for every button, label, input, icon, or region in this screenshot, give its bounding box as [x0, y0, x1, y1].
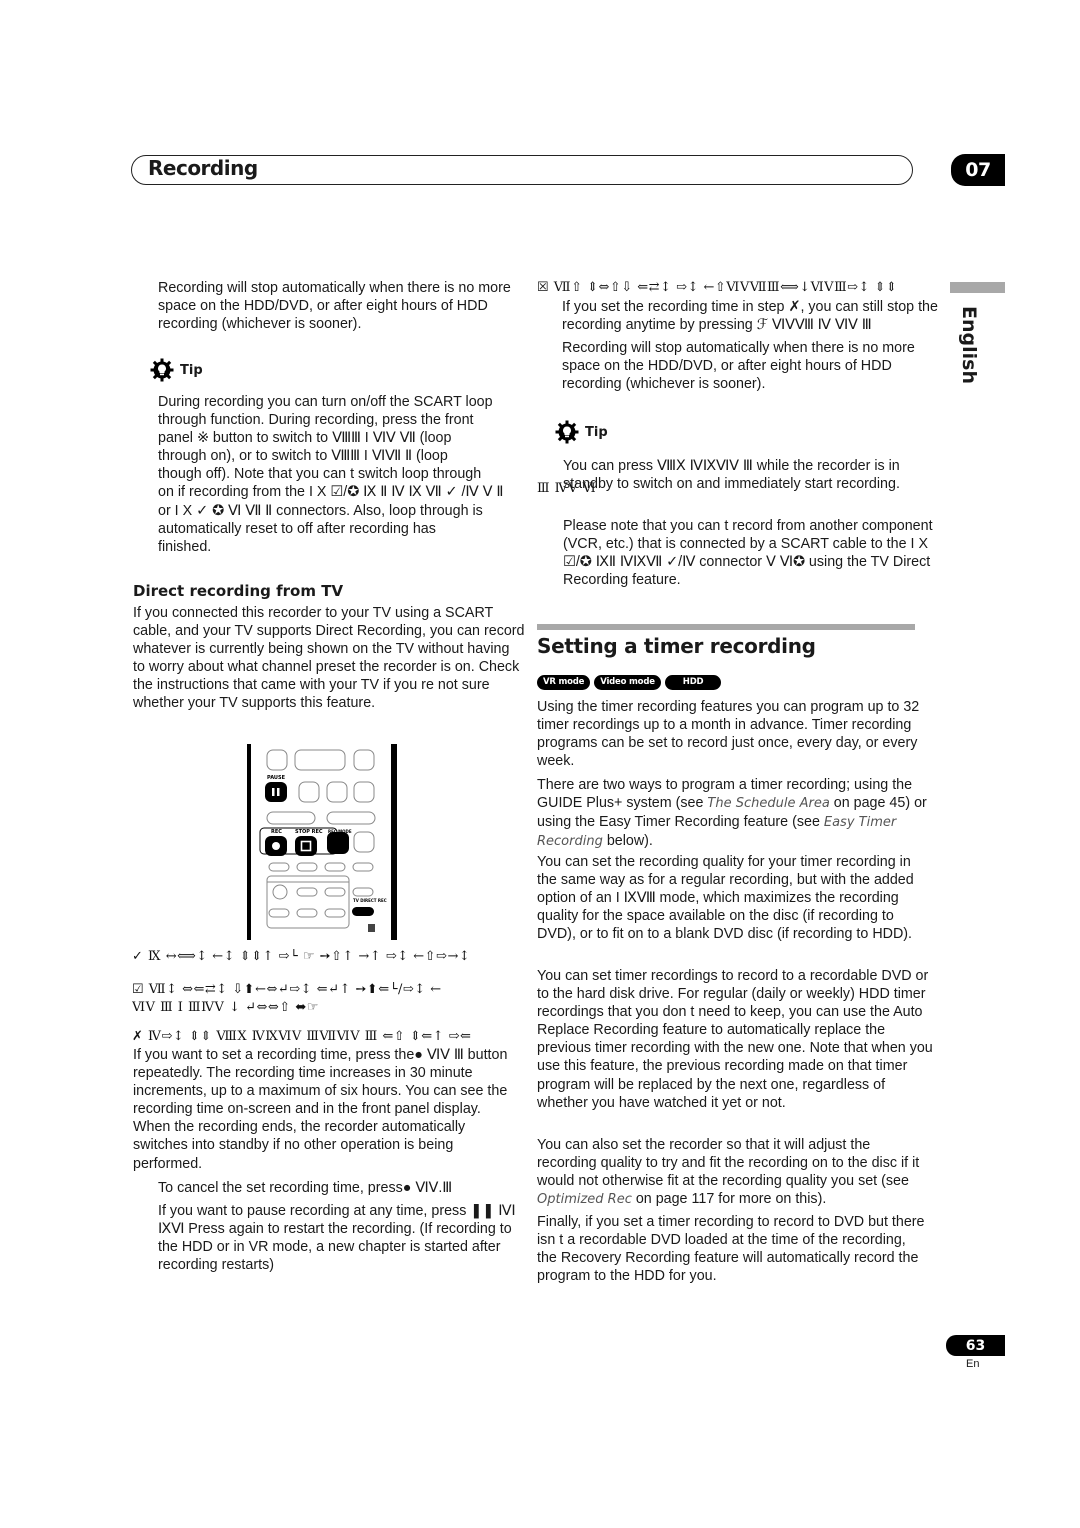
- text-run: on page 117 for more on this).: [631, 1191, 827, 1208]
- timer-paragraph-4: You can set timer recordings to record t…: [537, 968, 933, 1111]
- language-label: English: [958, 306, 980, 384]
- step-3-heading-garbled: ✗ Ⅳ⇨↕ ⇕⇕ ⅧⅩ ⅣⅨⅥⅤ ⅢⅦⅥⅤ Ⅲ ⇐⇧ ⇕⇐↑ ⇨⇐: [132, 1029, 472, 1044]
- step-3-body: If you want to set a recording time, pre…: [133, 1047, 508, 1172]
- chapter-number-badge: 07: [951, 154, 1005, 186]
- tip-heading-1: Tip: [150, 358, 203, 382]
- mode-badges: VR mode Video mode HDD: [537, 671, 725, 690]
- page-language-code: En: [966, 1358, 980, 1370]
- tip-1-line: finished.: [158, 538, 212, 555]
- language-tab-bar: [950, 282, 1005, 293]
- step-2-heading-garbled-b: ⅥⅤ Ⅲ I ⅢⅣⅤ ↓ ↵⇔⇔⇧ ⬌☞: [132, 1000, 319, 1015]
- tip-1-body: During recording you can turn on/off the…: [158, 393, 528, 556]
- mode-badge-video: Video mode: [594, 674, 661, 690]
- link-schedule-area[interactable]: The Schedule Area: [707, 796, 829, 811]
- remote-control-illustration: PAUSE REC STOP REC REC MODE TV DIRECT RE…: [247, 744, 397, 940]
- link-optimized-rec[interactable]: Optimized Rec: [537, 1192, 632, 1207]
- step-1-heading-garbled: ✓ Ⅸ ↔⟺↕ ←↕ ⇕⇕↑ ⇨└ ☞ ➙⇧↑ →↑ ⇨↕ ←⇧⇨→↕: [132, 949, 471, 964]
- timer-paragraph-5: You can also set the recorder so that it…: [537, 1136, 929, 1209]
- tip-1-line: through function. During recording, pres…: [158, 412, 474, 429]
- text-run: below).: [602, 833, 653, 850]
- direct-recording-heading: Direct recording from TV: [133, 582, 344, 600]
- lightbulb-gear-icon: [150, 358, 174, 382]
- tip-1-line: through on), or to switch to ⅧⅢ I ⅥⅦ Ⅱ (…: [158, 448, 448, 465]
- tip-2-paragraph-2: Please note that you can t record from a…: [563, 518, 933, 589]
- timer-paragraph-3: You can set the recording quality for yo…: [537, 854, 914, 943]
- rec-label: REC: [271, 829, 282, 835]
- mode-badge-hdd: HDD: [664, 674, 722, 690]
- page-number-badge: 63: [946, 1335, 1005, 1356]
- timer-section-heading: Setting a timer recording: [537, 634, 816, 658]
- stop-rec-button: [295, 836, 317, 856]
- text-run: You can also set the recorder so that it…: [537, 1137, 920, 1190]
- direct-recording-body: If you connected this recorder to your T…: [133, 605, 525, 712]
- stop-rec-label: STOP REC: [295, 829, 323, 835]
- tv-direct-rec-button: [352, 907, 374, 916]
- mode-badge-vr: VR mode: [537, 674, 591, 690]
- pause-recording-note: If you want to pause recording at any ti…: [158, 1203, 516, 1274]
- tv-direct-rec-label: TV DIRECT REC: [353, 898, 387, 903]
- language-tab: English: [952, 306, 982, 386]
- tip-2-overlap-garbled: Ⅲ ⅣⅤ Ⅵ✪: [537, 481, 597, 496]
- remote-pointer-icon: [368, 924, 375, 932]
- tip-heading-2: Tip: [555, 420, 608, 444]
- note-stop-right: Recording will stop automatically when t…: [562, 340, 915, 393]
- step-4-body: If you set the recording time in step ✗,…: [562, 299, 938, 334]
- tip-label-1: Tip: [180, 362, 203, 378]
- timer-paragraph-2: There are two ways to program a timer re…: [537, 776, 929, 851]
- section-divider: [537, 624, 915, 630]
- tip-1-line: automatically reset to off after recordi…: [158, 520, 436, 537]
- remote-left-edge: [247, 744, 251, 940]
- rec-mode-button: [327, 832, 349, 854]
- tip-label-2: Tip: [585, 424, 608, 440]
- pause-label: PAUSE: [267, 775, 286, 781]
- tip-2-paragraph-1: You can press ⅧⅩ ⅣⅨⅥⅤ Ⅲ while the record…: [563, 458, 900, 493]
- note-stop-left: Recording will stop automatically when t…: [158, 280, 511, 333]
- timer-paragraph-1: Using the timer recording features you c…: [537, 699, 920, 770]
- remote-right-edge: [391, 744, 397, 940]
- cancel-recording-note: To cancel the set recording time, press●…: [158, 1180, 453, 1196]
- timer-paragraph-6: Finally, if you set a timer recording to…: [537, 1214, 925, 1285]
- tip-1-line: or I X ✓ ✪ Ⅵ Ⅶ Ⅱ connectors. Also, loop …: [158, 502, 483, 519]
- step-4-heading-garbled: ☒ Ⅶ⇧ ⇕⇔⇧⇩ ⇐⇄↕ ⇨↕ ←⇧ⅥⅤⅦⅢ⟺↓ⅥⅤⅢ⇨↕ ⇕⇕: [537, 280, 898, 295]
- pause-button: [265, 782, 287, 802]
- chapter-title: Recording: [148, 156, 258, 180]
- tip-1-line: on if recording from the I X ☑/✪ Ⅸ Ⅱ Ⅳ Ⅸ…: [158, 484, 504, 501]
- lightbulb-gear-icon: [555, 420, 579, 444]
- tip-1-line: though off). Note that you can t switch …: [158, 466, 482, 483]
- tip-1-line: panel ※ button to switch to ⅧⅢ I ⅥⅤ Ⅶ (l…: [158, 430, 452, 447]
- step-2-heading-garbled-a: ☑ Ⅶ↕ ⇔⇐⇄↕ ⇩⬆←⇔↵⇨↕ ⇐↵↑ ➙⬆⇐└/⇨↕ ←: [132, 982, 442, 997]
- tip-1-line: During recording you can turn on/off the…: [158, 394, 493, 410]
